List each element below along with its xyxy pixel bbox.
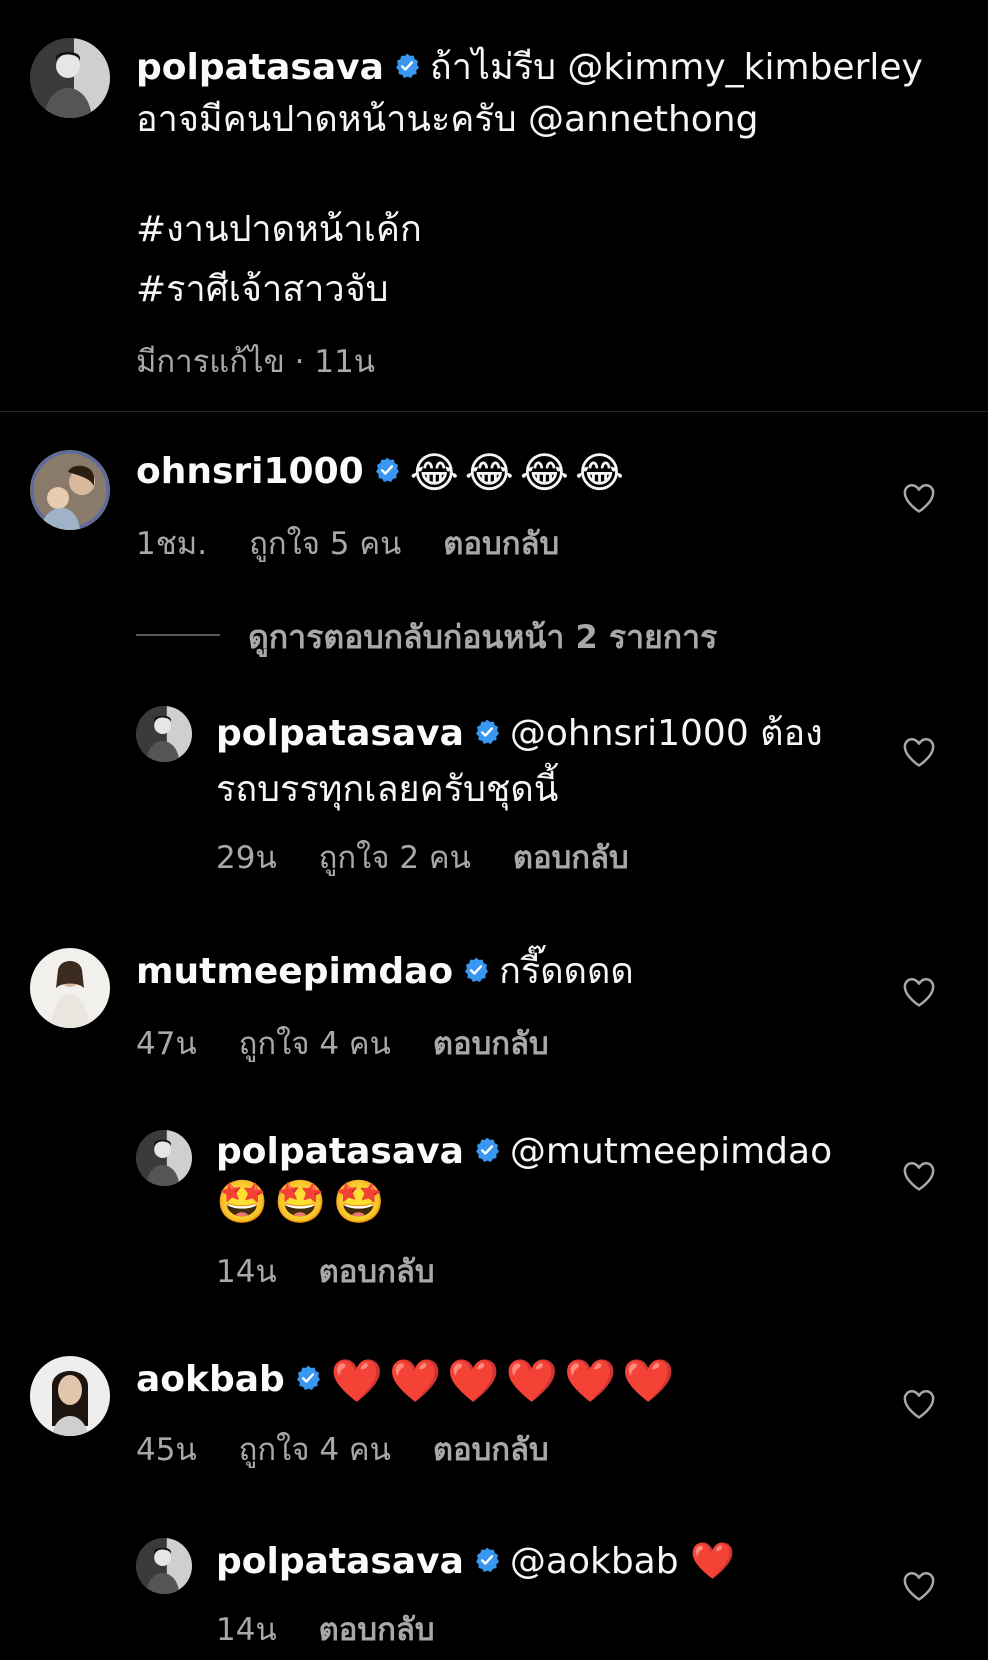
reply-text-line1: @mutmeepimdao	[509, 1131, 833, 1172]
reply-meta: 14น ตอบกลับ	[216, 1246, 477, 1296]
reply-likes[interactable]: ถูกใจ 2 คน	[319, 840, 471, 876]
verified-badge-icon	[474, 1137, 500, 1163]
comment-line1: mutmeepimdao กรี๊ดดดด	[136, 946, 634, 998]
comment-text: 😂😂😂😂	[409, 448, 631, 497]
reply-text-line2: 🤩🤩🤩	[216, 1177, 391, 1226]
profile-photo-icon	[30, 38, 110, 118]
reply-line1: polpatasava @aokbab ❤️	[216, 1536, 735, 1588]
verified-badge-icon	[295, 1365, 321, 1391]
like-heart-icon[interactable]	[902, 1160, 936, 1192]
reply-button[interactable]: ตอบกลับ	[443, 526, 559, 562]
comment-time: 47น	[136, 1026, 197, 1062]
reply-username[interactable]: polpatasava	[216, 1541, 464, 1582]
like-heart-icon[interactable]	[902, 976, 936, 1008]
verified-badge-icon	[463, 957, 489, 983]
reply-button[interactable]: ตอบกลับ	[433, 1026, 549, 1062]
comment-likes[interactable]: ถูกใจ 4 คน	[239, 1432, 391, 1468]
profile-photo-icon	[136, 1130, 192, 1186]
reply-button[interactable]: ตอบกลับ	[433, 1432, 549, 1468]
comment-username[interactable]: aokbab	[136, 1359, 285, 1400]
comment-time: 1ชม.	[136, 526, 208, 562]
comment-meta: 1ชม. ถูกใจ 5 คน ตอบกลับ	[136, 518, 601, 568]
comment-meta: 47น ถูกใจ 4 คน ตอบกลับ	[136, 1018, 591, 1068]
caption-meta: มีการแก้ไข · 11น	[136, 344, 375, 380]
reply-username[interactable]: polpatasava	[216, 713, 464, 754]
like-heart-icon[interactable]	[902, 1388, 936, 1420]
avatar[interactable]	[136, 706, 192, 762]
comment-likes[interactable]: ถูกใจ 5 คน	[249, 526, 401, 562]
comment-text: กรี๊ดดดด	[499, 951, 634, 992]
reply-time: 14น	[216, 1254, 277, 1290]
reply-time: 14น	[216, 1612, 277, 1648]
reply-line1: polpatasava @mutmeepimdao	[216, 1126, 832, 1178]
reply-button[interactable]: ตอบกลับ	[319, 1612, 435, 1648]
avatar[interactable]	[136, 1130, 192, 1186]
verified-badge-icon	[394, 53, 420, 79]
divider	[0, 411, 988, 412]
reply-text-line2: รถบรรทุกเลยครับชุดนี้	[216, 769, 559, 810]
reply-line1: polpatasava @ohnsri1000 ต้อง	[216, 708, 823, 760]
verified-badge-icon	[374, 457, 400, 483]
view-replies-label: ดูการตอบกลับก่อนหน้า 2 รายการ	[248, 618, 718, 656]
comment-likes[interactable]: ถูกใจ 4 คน	[239, 1026, 391, 1062]
caption-line1: polpatasava ถ้าไม่รีบ @kimmy_kimberley	[136, 42, 923, 94]
avatar[interactable]	[30, 948, 110, 1028]
comment-line1: ohnsri1000 😂😂😂😂	[136, 446, 630, 499]
like-heart-icon[interactable]	[902, 1570, 936, 1602]
reply-text-line1: @aokbab ❤️	[509, 1541, 735, 1582]
comment-username[interactable]: ohnsri1000	[136, 451, 364, 492]
profile-photo-icon	[136, 706, 192, 762]
caption-text-line1: ถ้าไม่รีบ @kimmy_kimberley	[429, 47, 923, 88]
profile-photo-icon	[136, 1538, 192, 1594]
caption-text-line2: อาจมีคนปาดหน้านะครับ @annethong	[136, 99, 759, 140]
reply-button[interactable]: ตอบกลับ	[513, 840, 629, 876]
reply-username[interactable]: polpatasava	[216, 1131, 464, 1172]
view-previous-replies[interactable]: ดูการตอบกลับก่อนหน้า 2 รายการ	[136, 612, 717, 663]
comment-meta: 45น ถูกใจ 4 คน ตอบกลับ	[136, 1424, 591, 1474]
reply-button[interactable]: ตอบกลับ	[319, 1254, 435, 1290]
avatar[interactable]	[30, 1356, 110, 1436]
like-heart-icon[interactable]	[902, 736, 936, 768]
comment-text: ❤️❤️❤️❤️❤️❤️	[330, 1356, 681, 1405]
comment-line1: aokbab ❤️❤️❤️❤️❤️❤️	[136, 1354, 681, 1407]
divider	[136, 634, 220, 636]
reply-meta: 14น ตอบกลับ	[216, 1604, 477, 1654]
caption-hashtag[interactable]: #งานปาดหน้าเค้ก	[136, 204, 422, 256]
avatar[interactable]	[136, 1538, 192, 1594]
profile-photo-icon	[30, 948, 110, 1028]
avatar[interactable]	[30, 450, 110, 530]
verified-badge-icon	[474, 1547, 500, 1573]
caption-hashtag[interactable]: #ราศีเจ้าสาวจับ	[136, 264, 389, 316]
like-heart-icon[interactable]	[902, 482, 936, 514]
profile-photo-icon	[30, 450, 110, 530]
profile-photo-icon	[30, 1356, 110, 1436]
avatar[interactable]	[30, 38, 110, 118]
caption-username[interactable]: polpatasava	[136, 47, 384, 88]
reply-text-line1: @ohnsri1000 ต้อง	[509, 713, 823, 754]
reply-time: 29น	[216, 840, 277, 876]
reply-meta: 29น ถูกใจ 2 คน ตอบกลับ	[216, 832, 671, 882]
comment-time: 45น	[136, 1432, 197, 1468]
comment-username[interactable]: mutmeepimdao	[136, 951, 453, 992]
verified-badge-icon	[474, 719, 500, 745]
